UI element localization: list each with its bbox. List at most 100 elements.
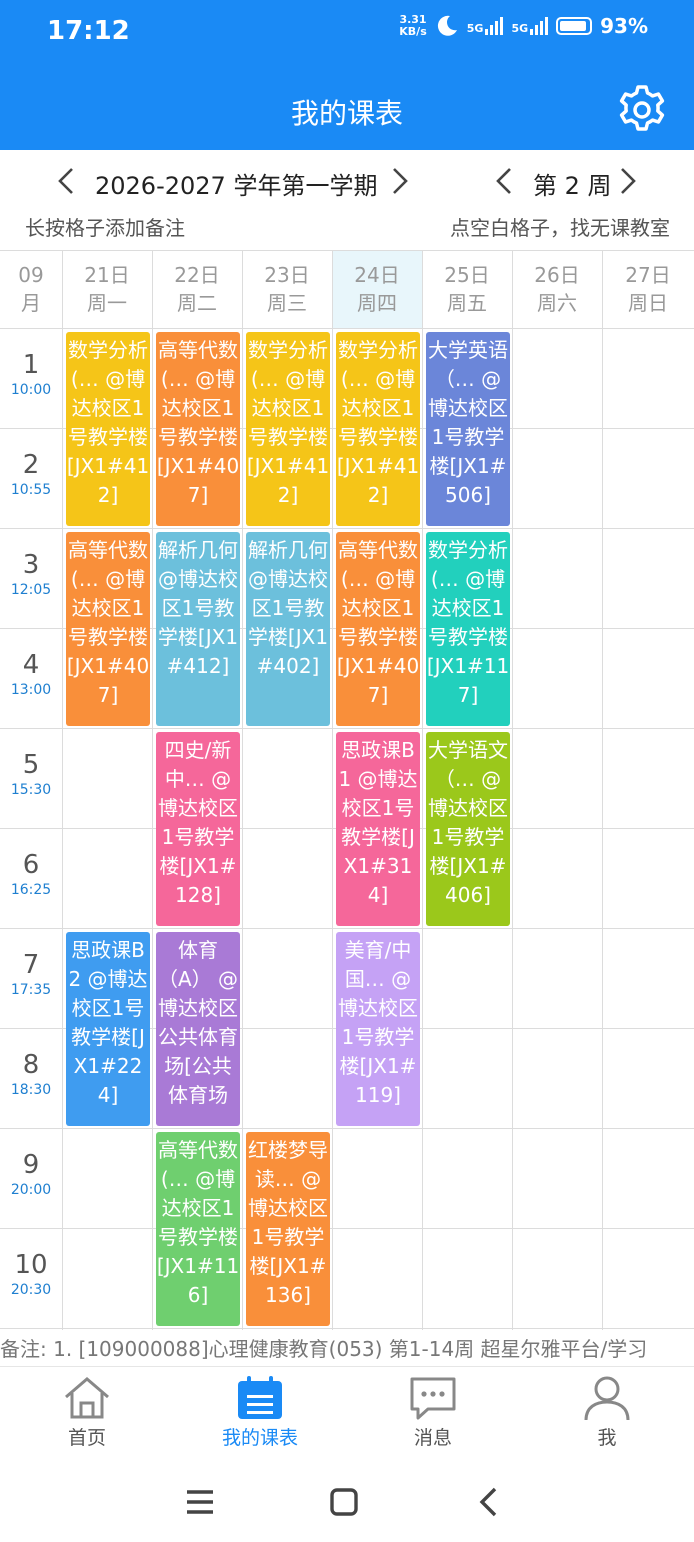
course-block[interactable]: 思政课B1 @博达校区1号教学楼[JX1#314] xyxy=(336,732,420,926)
day-date: 26日 xyxy=(534,263,580,287)
network-type-1: 5G xyxy=(466,22,484,35)
day-weekday: 周四 xyxy=(357,291,397,315)
grid-col-line xyxy=(512,250,513,1330)
network-speed: 3.31 KB/s xyxy=(399,14,426,38)
course-block[interactable]: 四史/新中… @博达校区1号教学楼[JX1#128] xyxy=(156,732,240,926)
period-number: 8 xyxy=(22,1050,40,1080)
course-block[interactable]: 体育（A） @博达校区公共体育场[公共体育场 xyxy=(156,932,240,1126)
course-block[interactable]: 高等代数(… @博达校区1号教学楼[JX1#407] xyxy=(156,332,240,526)
period-number: 6 xyxy=(22,850,40,880)
prev-week-icon[interactable] xyxy=(490,166,520,196)
gear-icon[interactable] xyxy=(614,82,670,138)
course-block[interactable]: 数学分析(… @博达校区1号教学楼[JX1#117] xyxy=(426,532,510,726)
system-nav-bar xyxy=(0,1462,694,1542)
grid-col-line xyxy=(422,250,423,1330)
grid-col-line xyxy=(152,250,153,1330)
back-icon[interactable] xyxy=(470,1482,510,1522)
grid-row-line xyxy=(0,728,694,729)
period-time: 15:30 xyxy=(10,782,52,798)
grid-row-line xyxy=(0,1328,694,1329)
grid-col-line xyxy=(62,250,63,1330)
network-speed-unit: KB/s xyxy=(399,25,427,38)
course-block[interactable]: 数学分析(… @博达校区1号教学楼[JX1#412] xyxy=(246,332,330,526)
period-label: 9 20:00 xyxy=(0,1128,62,1228)
course-block[interactable]: 高等代数(… @博达校区1号教学楼[JX1#407] xyxy=(66,532,150,726)
hint-add-note: 长按格子添加备注 xyxy=(25,216,185,240)
hint-find-classroom: 点空白格子，找无课教室 xyxy=(450,216,670,240)
period-label: 7 17:35 xyxy=(0,928,62,1028)
period-label: 5 15:30 xyxy=(0,728,62,828)
day-header: 22日 周二 xyxy=(152,250,242,328)
day-date: 27日 xyxy=(625,263,671,287)
grid-row-line xyxy=(0,1128,694,1129)
course-block[interactable]: 解析几何 @博达校区1号教学楼[JX1#402] xyxy=(246,532,330,726)
period-number: 5 xyxy=(22,750,40,780)
moon-icon xyxy=(437,15,457,36)
period-number: 2 xyxy=(22,450,40,480)
period-time: 16:25 xyxy=(10,882,52,898)
period-number: 3 xyxy=(22,550,40,580)
day-date: 24日 xyxy=(354,263,400,287)
status-bar: 17:12 3.31 KB/s 5G 5G 93% xyxy=(0,0,694,68)
tab-home[interactable]: 首页 xyxy=(27,1375,147,1450)
person-icon xyxy=(584,1376,630,1421)
tab-schedule-label: 我的课表 xyxy=(221,1427,298,1449)
period-time: 12:05 xyxy=(10,582,52,598)
tab-me[interactable]: 我 xyxy=(547,1375,667,1450)
day-date: 22日 xyxy=(174,263,220,287)
period-label: 10 20:30 xyxy=(0,1228,62,1328)
period-time: 10:00 xyxy=(10,382,52,398)
course-block[interactable]: 数学分析(… @博达校区1号教学楼[JX1#412] xyxy=(66,332,150,526)
period-time: 18:30 xyxy=(10,1082,52,1098)
course-block[interactable]: 解析几何 @博达校区1号教学楼[JX1#412] xyxy=(156,532,240,726)
day-weekday: 周日 xyxy=(628,291,668,315)
period-number: 9 xyxy=(22,1150,40,1180)
home-square-icon[interactable] xyxy=(324,1482,364,1522)
next-week-icon[interactable] xyxy=(612,166,642,196)
tab-schedule[interactable]: 我的课表 xyxy=(200,1375,320,1450)
course-block[interactable]: 高等代数(… @博达校区1号教学楼[JX1#407] xyxy=(336,532,420,726)
course-block[interactable]: 美育/中国… @博达校区1号教学楼[JX1#119] xyxy=(336,932,420,1126)
grid-col-line xyxy=(242,250,243,1330)
course-block[interactable]: 思政课B2 @博达校区1号教学楼[JX1#224] xyxy=(66,932,150,1126)
home-icon xyxy=(65,1377,109,1419)
menu-icon[interactable] xyxy=(180,1482,220,1522)
month-label: 09 月 xyxy=(0,250,62,328)
day-header: 26日 周六 xyxy=(512,250,602,328)
prev-semester-icon[interactable] xyxy=(52,166,82,196)
month-number: 09 xyxy=(18,263,44,287)
period-time: 20:30 xyxy=(10,1282,52,1298)
course-block[interactable]: 红楼梦导读… @博达校区1号教学楼[JX1#136] xyxy=(246,1132,330,1326)
course-block[interactable]: 大学英语（… @博达校区1号教学楼[JX1#506] xyxy=(426,332,510,526)
day-header: 27日周日 xyxy=(602,250,694,328)
timetable-grid: 09 月 21日 周一 22日 周二 23日 周三 24日 周四 25日 周五 26日 周六 27日 周日… xyxy=(0,250,694,1330)
day-header: 21日周一 xyxy=(62,250,152,328)
status-time: 17:12 xyxy=(47,16,130,46)
period-label: 1 10:00 xyxy=(0,328,62,428)
day-date: 23日 xyxy=(264,263,310,287)
next-semester-icon[interactable] xyxy=(384,166,414,196)
grid-col-line xyxy=(602,250,603,1330)
day-weekday: 周五 xyxy=(447,291,487,315)
tab-messages-label: 消息 xyxy=(413,1427,452,1449)
day-date: 25日 xyxy=(444,263,490,287)
tab-home-label: 首页 xyxy=(67,1427,106,1449)
period-label: 8 18:30 xyxy=(0,1028,62,1128)
period-number: 4 xyxy=(22,650,40,680)
course-block[interactable]: 大学语文（… @博达校区1号教学楼[JX1#406] xyxy=(426,732,510,926)
course-block[interactable]: 高等代数(… @博达校区1号教学楼[JX1#116] xyxy=(156,1132,240,1326)
day-weekday: 周一 xyxy=(87,291,127,315)
week-label[interactable]: 第 2 周 xyxy=(533,166,612,201)
grid-row-line xyxy=(0,1228,694,1229)
calendar-icon xyxy=(238,1376,282,1419)
remark-text: 备注: 1. [109000088]心理健康教育(053) 第1-14周 超星尔… xyxy=(0,1337,648,1361)
day-date: 21日 xyxy=(84,263,130,287)
tab-bar: 首页 我的课表 消息 我 xyxy=(0,1366,694,1463)
semester-label[interactable]: 2026-2027 学年第一学期 xyxy=(95,166,377,201)
title-bar: 我的课表 xyxy=(0,68,694,150)
battery-percent: 93% xyxy=(600,14,648,38)
course-block[interactable]: 数学分析(… @博达校区1号教学楼[JX1#412] xyxy=(336,332,420,526)
signal-icon: 5G xyxy=(467,17,504,35)
tab-messages[interactable]: 消息 xyxy=(373,1375,493,1450)
month-unit: 月 xyxy=(21,291,41,315)
